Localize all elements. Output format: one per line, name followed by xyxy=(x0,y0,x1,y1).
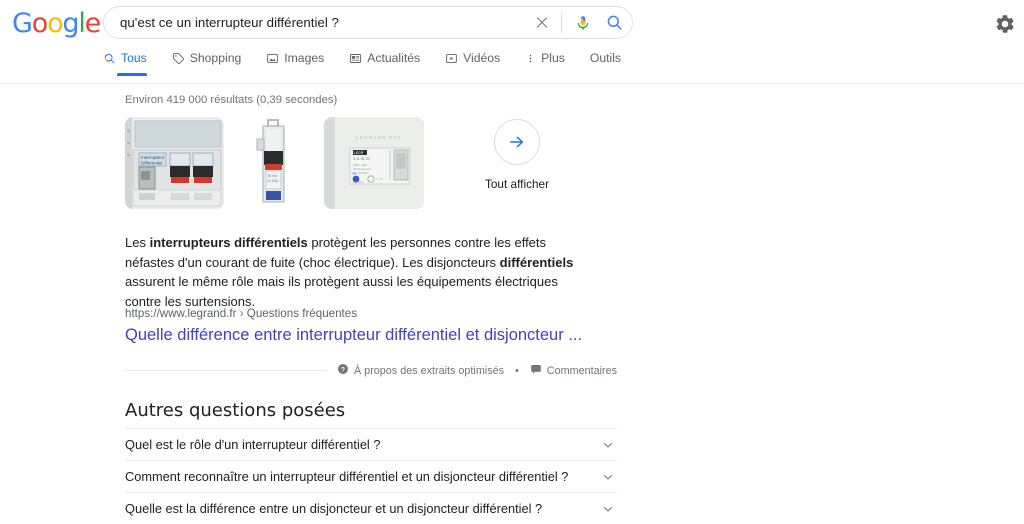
tab-label: Images xyxy=(284,51,325,65)
image-icon xyxy=(266,52,279,65)
logo-letter-6: e xyxy=(84,8,102,39)
tab-actualites[interactable]: Actualités xyxy=(349,48,420,76)
svg-text:?: ? xyxy=(341,366,345,373)
news-icon xyxy=(349,52,362,65)
logo-letter-4: g xyxy=(62,8,79,39)
page-header: Google qu'est ce un interrupteur différe… xyxy=(0,0,1024,84)
arrow-right-icon xyxy=(494,119,540,165)
search-input[interactable]: qu'est ce un interrupteur différentiel ? xyxy=(120,14,531,32)
result-domain: https://www.legrand.fr xyxy=(125,307,237,320)
chevron-down-icon[interactable] xyxy=(599,468,617,486)
about-label: À propos des extraits optimisés xyxy=(353,364,505,377)
tools-button[interactable]: Outils xyxy=(590,48,621,65)
google-logo[interactable]: Google xyxy=(12,8,102,39)
result-url[interactable]: https://www.legrand.fr › Questions fréqu… xyxy=(125,307,357,320)
snippet-part: Les xyxy=(125,235,150,250)
paa-question-text: Comment reconnaître un interrupteur diff… xyxy=(125,469,569,484)
show-all-label: Tout afficher xyxy=(484,177,550,191)
comments-link[interactable]: Commentaires xyxy=(530,363,617,378)
chevron-down-icon[interactable] xyxy=(599,500,617,518)
thumbnail-image[interactable]: LEGRAND DX3 LEGR 4 11 01 23 230V~ 25A 30… xyxy=(324,117,424,209)
comments-label: Commentaires xyxy=(546,364,617,377)
gear-icon[interactable] xyxy=(994,13,1016,35)
snippet-part: assurent le même rôle mais ils protègent… xyxy=(125,274,558,309)
tab-shopping[interactable]: Shopping xyxy=(172,48,242,76)
tab-tous[interactable]: Tous xyxy=(103,48,147,76)
chevron-down-icon[interactable] xyxy=(599,436,617,454)
featured-snippet-text: Les interrupteurs différentiels protègen… xyxy=(125,233,595,311)
svg-text:30 mA: 30 mA xyxy=(268,174,279,178)
paa-question-text: Quel est le rôle d'un interrupteur diffé… xyxy=(125,437,381,452)
svg-text:LEGR: LEGR xyxy=(354,151,364,155)
feedback-icon xyxy=(530,363,542,378)
thumbnail-image[interactable]: 30 mA ID 63A xyxy=(247,117,301,209)
thumbnail-image[interactable]: Interrupteur Differentiel xyxy=(125,117,224,209)
main-content: Environ 419 000 résultats (0,39 secondes… xyxy=(0,85,1024,521)
paa-question-item[interactable]: Comment reconnaître un interrupteur diff… xyxy=(125,460,617,492)
search-tabs: Tous Shopping Images Actualités Vidéos P… xyxy=(103,48,1024,83)
tab-label: Tous xyxy=(121,51,147,65)
people-also-ask-title: Autres questions posées xyxy=(125,400,346,421)
svg-text:ID 63A: ID 63A xyxy=(268,179,279,183)
svg-text:4 11 01 23: 4 11 01 23 xyxy=(353,157,370,161)
tab-label: Plus xyxy=(541,51,565,65)
tab-images[interactable]: Images xyxy=(266,48,324,76)
result-breadcrumb: Questions fréquentes xyxy=(246,307,358,320)
divider xyxy=(125,370,326,371)
people-also-ask-list: Quel est le rôle d'un interrupteur diffé… xyxy=(125,428,617,524)
svg-text:LEGRAND DX3: LEGRAND DX3 xyxy=(356,135,402,140)
svg-text:Test: Test xyxy=(352,172,357,176)
paa-question-item[interactable]: Quel est le rôle d'un interrupteur diffé… xyxy=(125,428,617,460)
svg-text:I - O: I - O xyxy=(376,177,382,181)
logo-letter-1: G xyxy=(12,8,33,39)
svg-text:legrand: legrand xyxy=(353,180,363,184)
result-title-link[interactable]: Quelle différence entre interrupteur dif… xyxy=(125,324,582,346)
microphone-icon[interactable] xyxy=(571,11,595,35)
help-circle-icon: ? xyxy=(337,363,349,378)
snippet-part-bold: interrupteurs différentiels xyxy=(149,235,308,250)
search-divider xyxy=(561,12,562,33)
paa-question-text: Quelle est la différence entre un disjon… xyxy=(125,501,543,516)
close-icon[interactable] xyxy=(531,12,553,34)
logo-letter-3: o xyxy=(47,8,64,39)
tab-label: Actualités xyxy=(367,51,421,65)
search-bar[interactable]: qu'est ce un interrupteur différentiel ? xyxy=(103,6,633,39)
tag-icon xyxy=(172,52,185,65)
snippet-part-bold: différentiels xyxy=(499,254,574,270)
snippet-feedback-row: ? À propos des extraits optimisés • Comm… xyxy=(125,363,617,378)
video-icon xyxy=(445,52,458,65)
logo-letter-2: o xyxy=(31,8,49,39)
tab-label: Vidéos xyxy=(463,51,501,65)
tab-videos[interactable]: Vidéos xyxy=(445,48,500,76)
feedback-separator: • xyxy=(515,364,519,377)
result-stats: Environ 419 000 résultats (0,39 secondes… xyxy=(125,94,338,106)
paa-question-item[interactable]: Quelle est la différence entre un disjon… xyxy=(125,492,617,524)
about-featured-snippets-link[interactable]: ? À propos des extraits optimisés xyxy=(337,363,504,378)
show-all-images-button[interactable]: Tout afficher xyxy=(470,113,564,191)
svg-text:Interrupteur: Interrupteur xyxy=(141,155,165,160)
more-vertical-icon xyxy=(525,52,536,65)
tab-label: Shopping xyxy=(189,51,242,65)
image-thumbnail-strip: Interrupteur Differentiel 30 mA ID 63A L… xyxy=(125,117,447,209)
svg-text:Differentiel: Differentiel xyxy=(141,161,162,166)
search-icon xyxy=(103,52,116,65)
tab-plus[interactable]: Plus xyxy=(525,48,565,76)
search-icon[interactable] xyxy=(602,11,626,35)
